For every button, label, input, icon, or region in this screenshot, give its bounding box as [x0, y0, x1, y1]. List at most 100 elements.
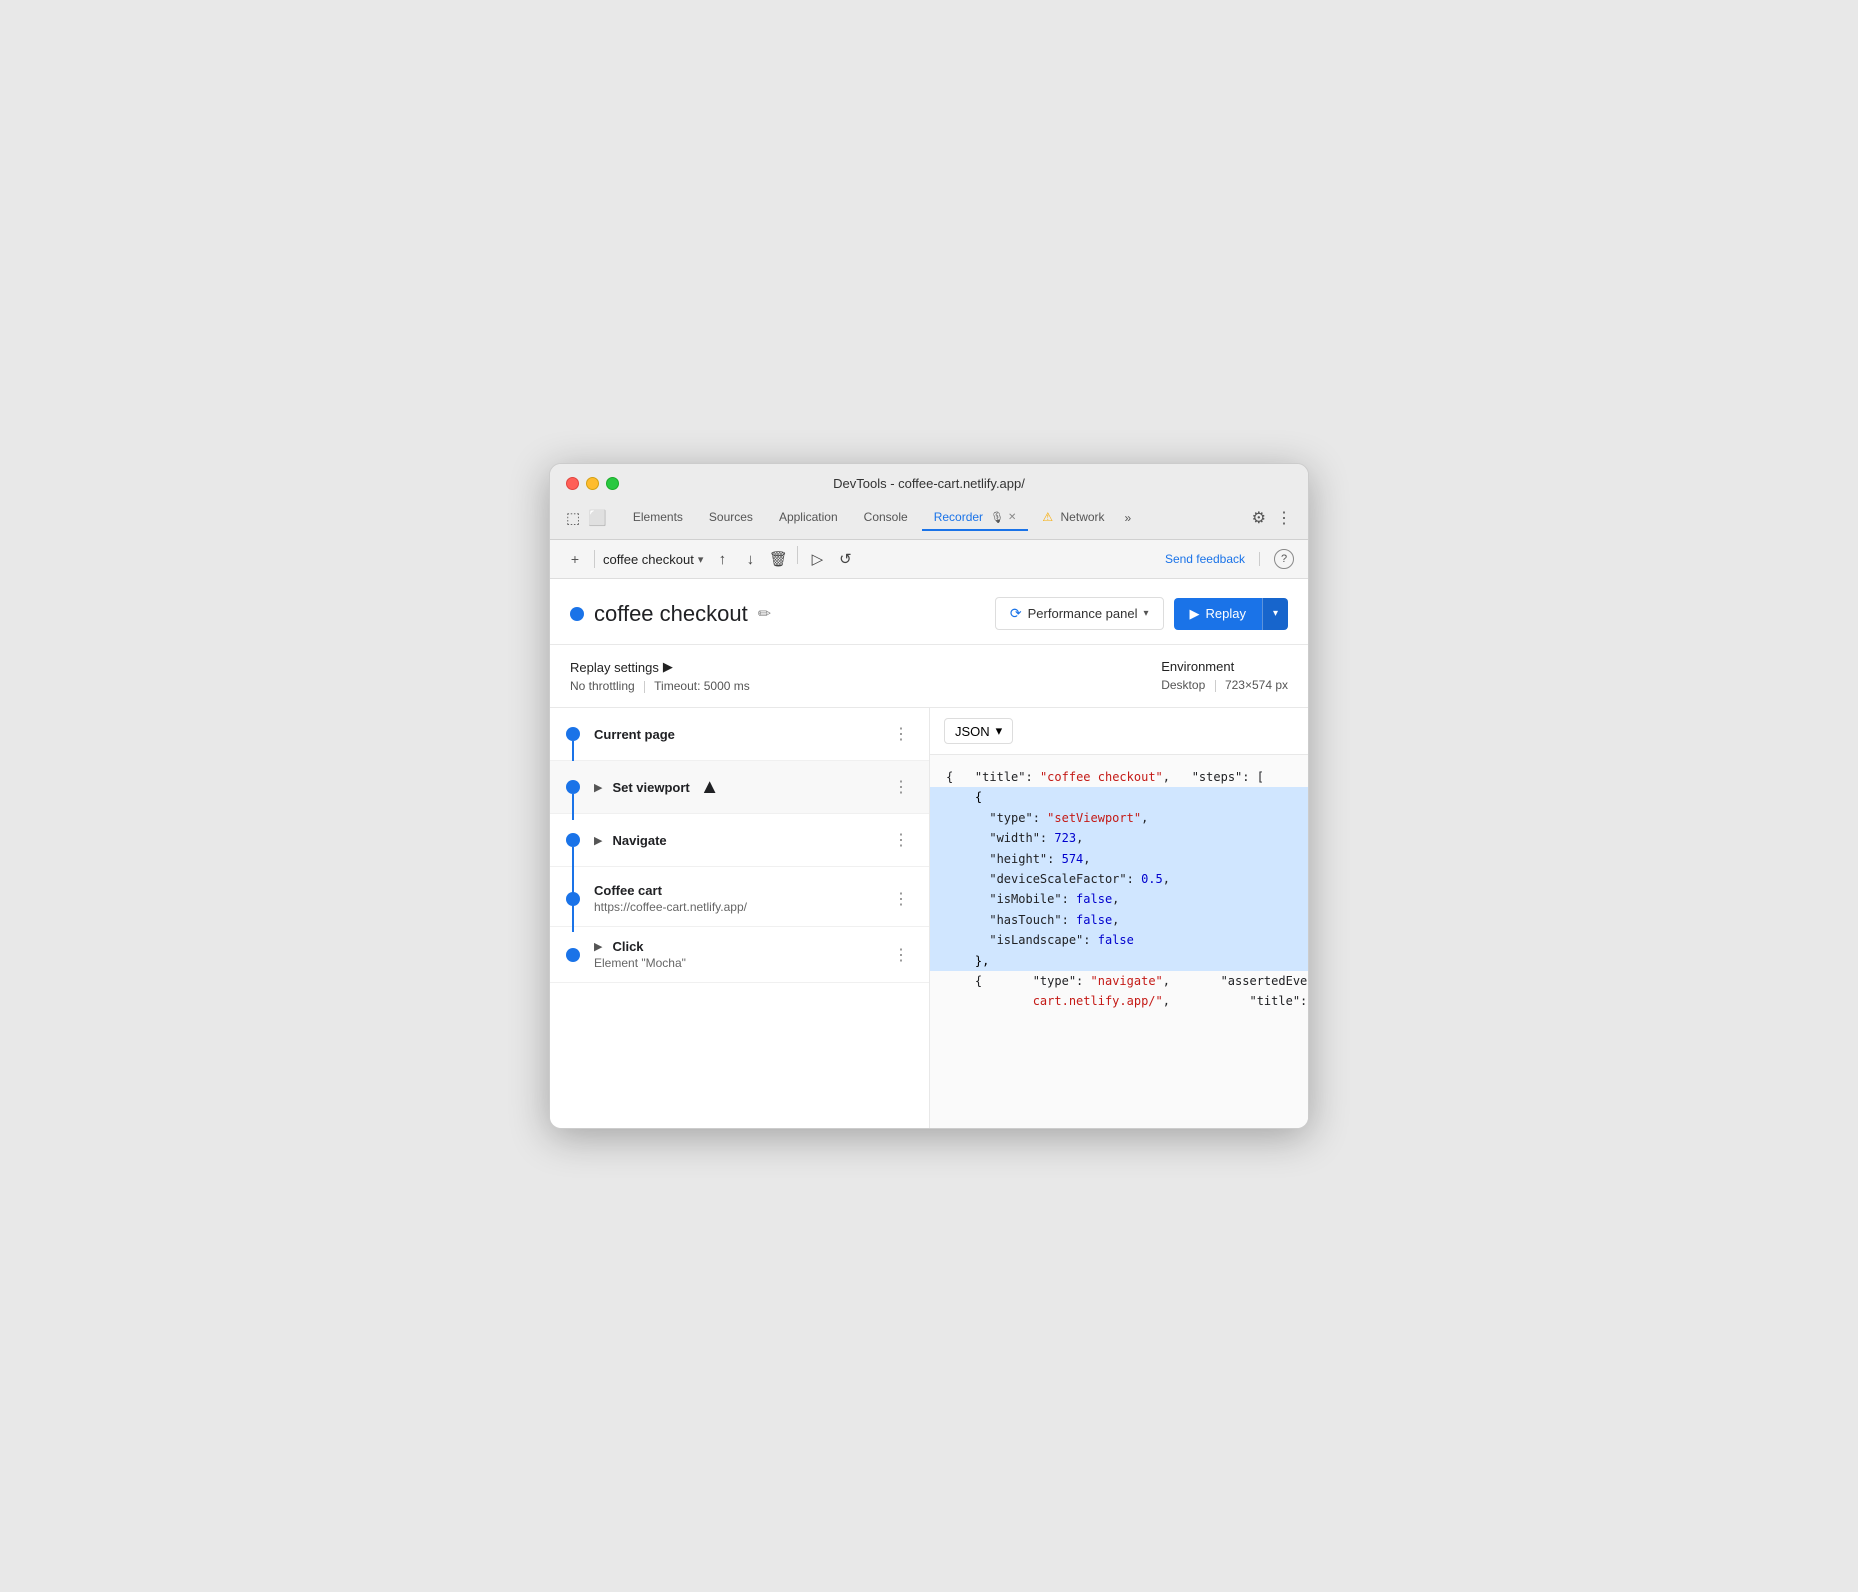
format-label: JSON — [955, 724, 990, 739]
step-coffee-cart[interactable]: Coffee cart https://coffee-cart.netlify.… — [550, 867, 929, 927]
replay-dropdown-button[interactable]: ▾ — [1262, 598, 1288, 630]
steps-panel: Current page ⋮ ▶ Set viewport ▲ — [550, 708, 930, 1128]
settings-left: Replay settings ▶ No throttling Timeout:… — [570, 659, 750, 693]
titlebar-top: DevTools - coffee-cart.netlify.app/ — [566, 476, 1292, 491]
step-expand-icon[interactable]: ▶ — [594, 940, 602, 953]
step-more-button[interactable]: ⋮ — [889, 720, 913, 748]
performance-panel-button[interactable]: ⟳ Performance panel ▾ — [995, 597, 1164, 630]
step-indicator — [566, 892, 580, 906]
tab-network[interactable]: ⚠ Network — [1030, 505, 1116, 531]
traffic-lights — [566, 477, 619, 490]
step-title: Navigate — [612, 833, 666, 848]
json-toolbar: JSON ▾ × — [930, 708, 1309, 755]
recording-name-selector[interactable]: coffee checkout ▾ — [603, 552, 703, 567]
toolbar-right-icons: ⚙ ⋮ — [1252, 508, 1292, 528]
step-more-button[interactable]: ⋮ — [889, 773, 913, 801]
slow-replay-button[interactable]: ↺ — [832, 546, 858, 572]
tab-application[interactable]: Application — [767, 505, 850, 531]
environment-details: Desktop 723×574 px — [1161, 678, 1288, 692]
recording-header: coffee checkout ✏ ⟳ Performance panel ▾ … — [550, 579, 1308, 645]
step-content: ▶ Click Element "Mocha" — [594, 939, 889, 970]
send-feedback-link[interactable]: Send feedback — [1165, 552, 1245, 566]
add-recording-button[interactable]: + — [564, 548, 586, 570]
step-content: Coffee cart https://coffee-cart.netlify.… — [594, 883, 889, 914]
step-expand-icon[interactable]: ▶ — [594, 834, 602, 847]
json-line-highlight: "hasTouch": false, — [930, 910, 1309, 930]
step-set-viewport[interactable]: ▶ Set viewport ▲ ⋮ — [550, 761, 929, 814]
json-line-highlight: "isMobile": false, — [930, 889, 1309, 909]
replay-play-icon: ▶ — [1190, 606, 1200, 622]
step-more-button[interactable]: ⋮ — [889, 941, 913, 969]
step-indicator — [566, 948, 580, 962]
replay-button-group: ▶ Replay ▾ — [1174, 598, 1289, 630]
step-indicator — [566, 727, 580, 741]
perf-panel-icon: ⟳ — [1010, 605, 1022, 622]
step-title: Set viewport — [612, 780, 689, 795]
step-indicator — [566, 833, 580, 847]
step-more-button[interactable]: ⋮ — [889, 826, 913, 854]
json-line: "steps": [ — [1177, 770, 1264, 784]
recording-action-buttons: ↑ ↓ 🗑 ▷ ↺ — [709, 546, 858, 572]
inspect-icon[interactable]: ⬚ — [566, 509, 580, 527]
more-tabs-button[interactable]: » — [1119, 506, 1138, 530]
step-dot — [566, 727, 580, 741]
json-line: "assertedEvents": [ — [1177, 974, 1309, 988]
step-title: Current page — [594, 727, 889, 742]
json-content: { "title": "coffee checkout", "steps": [… — [930, 755, 1309, 1128]
minimize-button[interactable] — [586, 477, 599, 490]
throttling-label: No throttling — [570, 679, 635, 693]
warning-icon: ⚠ — [1042, 510, 1053, 524]
edit-title-icon[interactable]: ✏ — [758, 604, 771, 624]
tab-elements[interactable]: Elements — [621, 505, 695, 531]
replay-main-button[interactable]: ▶ Replay — [1174, 598, 1262, 630]
settings-icon[interactable]: ⚙ — [1252, 508, 1266, 528]
step-subtitle: https://coffee-cart.netlify.app/ — [594, 900, 889, 914]
tab-recorder-close[interactable]: ✕ — [1008, 512, 1016, 523]
tab-sources[interactable]: Sources — [697, 505, 765, 531]
feedback-divider — [1259, 552, 1260, 566]
recorder-toolbar: + coffee checkout ▾ ↑ ↓ 🗑 ▷ ↺ Send feedb… — [550, 540, 1308, 579]
delete-button[interactable]: 🗑 — [765, 546, 791, 572]
format-chevron: ▾ — [996, 723, 1003, 739]
tab-recorder[interactable]: Recorder 🎙 ✕ — [922, 505, 1029, 531]
json-line-highlight: "isLandscape": false — [930, 930, 1309, 950]
step-expand-icon[interactable]: ▶ — [594, 781, 602, 794]
step-navigate[interactable]: ▶ Navigate ⋮ — [550, 814, 929, 867]
help-button[interactable]: ? — [1274, 549, 1294, 569]
recording-title: coffee checkout — [594, 601, 748, 627]
step-indicator — [566, 780, 580, 794]
step-current-page[interactable]: Current page ⋮ — [550, 708, 929, 761]
tab-console[interactable]: Console — [852, 505, 920, 531]
environment-title: Environment — [1161, 659, 1288, 674]
device-icon[interactable]: ⬜ — [588, 509, 607, 527]
recording-status-dot — [570, 607, 584, 621]
export-button[interactable]: ↑ — [709, 546, 735, 572]
replay-settings-toggle[interactable]: Replay settings ▶ — [570, 659, 750, 675]
main-content: coffee checkout ✏ ⟳ Performance panel ▾ … — [550, 579, 1308, 1128]
step-dot — [566, 833, 580, 847]
json-line-highlight: }, — [930, 951, 1309, 971]
step-content: ▶ Navigate — [594, 833, 889, 848]
toolbar-icons: ⬚ ⬜ — [566, 509, 607, 527]
window-title: DevTools - coffee-cart.netlify.app/ — [833, 476, 1025, 491]
format-selector[interactable]: JSON ▾ — [944, 718, 1013, 744]
import-button[interactable]: ↓ — [737, 546, 763, 572]
json-line-highlight: { — [930, 787, 1309, 807]
step-title: Coffee cart — [594, 883, 889, 898]
step-click[interactable]: ▶ Click Element "Mocha" ⋮ — [550, 927, 929, 983]
step-content: Current page — [594, 727, 889, 742]
close-button[interactable] — [566, 477, 579, 490]
header-actions: ⟳ Performance panel ▾ ▶ Replay ▾ — [995, 597, 1288, 630]
json-line-highlight: "width": 723, — [930, 828, 1309, 848]
environment-value: Desktop — [1161, 678, 1205, 692]
settings-right: Environment Desktop 723×574 px — [1161, 659, 1288, 693]
more-options-icon[interactable]: ⋮ — [1276, 508, 1292, 528]
replay-settings-label: Replay settings — [570, 660, 659, 675]
toolbar-divider — [594, 550, 595, 568]
settings-area: Replay settings ▶ No throttling Timeout:… — [550, 645, 1308, 708]
step-play-button[interactable]: ▷ — [804, 546, 830, 572]
step-more-button[interactable]: ⋮ — [889, 885, 913, 913]
settings-separator-2 — [1215, 680, 1216, 692]
devtools-tabbar: ⬚ ⬜ Elements Sources Application Console… — [566, 501, 1292, 531]
maximize-button[interactable] — [606, 477, 619, 490]
